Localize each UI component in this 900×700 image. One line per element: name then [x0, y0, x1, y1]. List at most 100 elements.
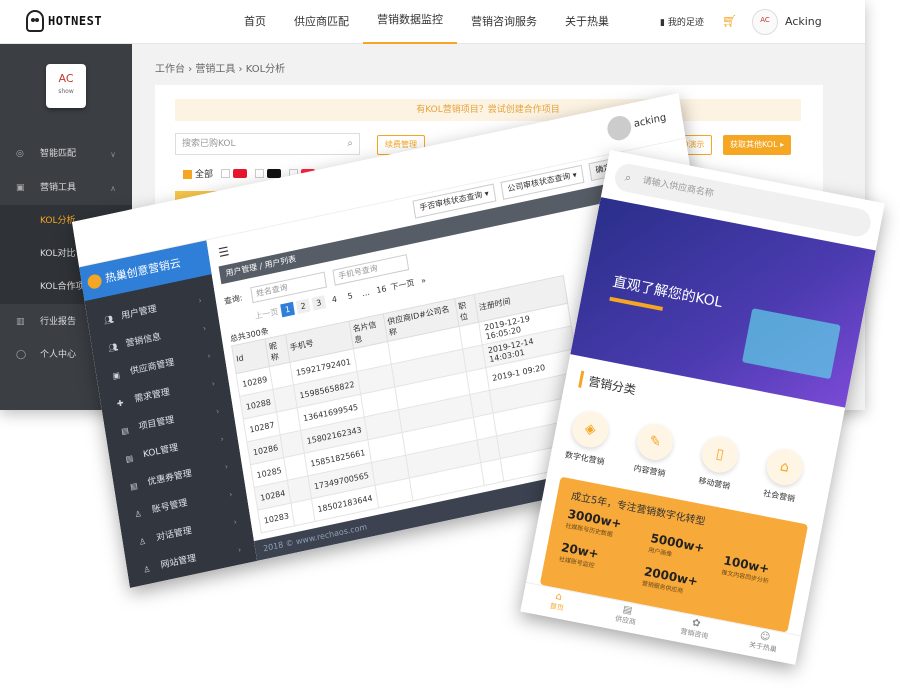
admin-avatar[interactable]	[605, 113, 633, 143]
digital-marketing-icon: ◈	[569, 408, 612, 451]
chevron-down-icon: ∨	[110, 150, 116, 159]
sidebar-item-marketing-tools[interactable]: ▣ 营销工具 ∧	[0, 172, 132, 205]
menu-label: 优惠券管理	[146, 468, 193, 488]
target-icon: ◎	[16, 149, 24, 159]
next-page[interactable]: 下一页	[390, 276, 416, 294]
menu-label: KOL管理	[142, 442, 179, 461]
user-icon: ◯	[16, 350, 27, 360]
username[interactable]: Acking	[785, 15, 822, 28]
select-value: 公司审核状态查询	[506, 171, 571, 194]
section-title: 营销分类	[578, 370, 638, 399]
category-mobile[interactable]: ▯ 移动营销	[684, 431, 753, 494]
user-icon: ♙	[142, 564, 152, 575]
page-ellipsis: ...	[361, 287, 371, 299]
chevron-right-icon: ›	[219, 434, 225, 444]
nav-data-monitor[interactable]: 营销数据监控	[363, 0, 457, 44]
search-icon[interactable]: ⌕	[347, 134, 353, 154]
douyin-icon	[267, 168, 282, 178]
filter-weibo[interactable]	[221, 168, 248, 179]
footprint-label: 我的足迹	[667, 18, 704, 28]
chevron-right-icon: ›	[197, 295, 203, 306]
tab-label: 供应商	[614, 614, 637, 627]
menu-label: 对话管理	[155, 525, 193, 544]
main-nav: 首页 供应商匹配 营销数据监控 营销咨询服务 关于热巢	[230, 0, 623, 44]
search-placeholder: 搜索已购KOL	[182, 139, 236, 149]
book-icon: ▤	[120, 425, 130, 437]
admin-username[interactable]: acking	[633, 112, 667, 130]
briefcase-icon: ▣	[16, 183, 25, 193]
social-marketing-icon: ⌂	[763, 446, 806, 489]
user-icon: ♙	[138, 536, 147, 548]
search-label: 查询:	[223, 293, 244, 307]
content-marketing-icon: ✎	[634, 420, 677, 464]
cart-icon[interactable]: 🛒︎	[722, 14, 737, 28]
banner-dashboard-illustration	[741, 308, 841, 380]
page-3[interactable]: 3	[311, 295, 327, 311]
sidebar-item-label: 营销工具	[40, 183, 77, 193]
page-5[interactable]: 5	[343, 289, 358, 305]
logo[interactable]: HOTNEST	[26, 10, 102, 32]
sidebar-item-label: 行业报告	[40, 317, 77, 327]
user-icon: ♙	[133, 508, 143, 520]
checkbox-icon	[221, 168, 231, 178]
filter-douyin[interactable]	[255, 168, 282, 179]
stat-item: 20w+ 社媒账号监控	[558, 540, 600, 570]
category-content[interactable]: ✎ 内容营销	[619, 419, 688, 482]
checkbox-icon	[255, 168, 265, 178]
brand-logo-icon	[86, 273, 103, 290]
hamburger-icon[interactable]: ☰	[217, 244, 230, 260]
owl-logo-icon	[26, 10, 44, 32]
page-2[interactable]: 2	[295, 298, 311, 315]
category-social[interactable]: ⌂ 社会营销	[749, 444, 818, 507]
sidebar-avatar[interactable]: AC show	[46, 64, 86, 108]
avatar[interactable]: AC	[752, 9, 778, 35]
puzzle-icon: ✚	[116, 398, 125, 409]
menu-label: 项目管理	[138, 415, 175, 433]
id-card-icon: ▣	[111, 370, 121, 381]
banner-title: 直观了解您的KOL	[611, 274, 724, 312]
chart-icon: ▥	[16, 317, 25, 327]
book-icon: ▤	[125, 453, 134, 464]
category-label: 数字化营销	[564, 450, 606, 467]
nav-about[interactable]: 关于热巢	[551, 0, 623, 44]
footprint-link[interactable]: ▮ 我的足迹	[660, 15, 704, 28]
page-4[interactable]: 4	[327, 292, 342, 308]
avatar-text: AC	[760, 16, 770, 24]
stat-item: 5000w+ 用户画像	[648, 531, 706, 564]
chevron-right-icon: ›	[215, 406, 220, 417]
nav-home[interactable]: 首页	[230, 0, 280, 44]
category-label: 社会营销	[762, 488, 796, 504]
get-kol-button[interactable]: 获取其他KOL ▸	[723, 135, 792, 155]
menu-label: 网站管理	[160, 553, 197, 571]
search-input[interactable]: 搜索已购KOL ⌕	[175, 133, 360, 155]
sidebar-avatar-sub: show	[58, 88, 74, 95]
category-label: 内容营销	[632, 463, 667, 479]
tab-label: 首页	[549, 601, 565, 613]
search-icon: ⌕	[623, 170, 633, 185]
nav-consulting[interactable]: 营销咨询服务	[457, 0, 551, 44]
page-16[interactable]: 16	[374, 282, 389, 298]
last-page[interactable]: »	[416, 273, 431, 289]
checkbox-checked-icon	[183, 170, 192, 179]
search-placeholder: 请输入供应商名称	[641, 175, 715, 200]
nav-supplier-match[interactable]: 供应商匹配	[280, 0, 363, 44]
tab-about[interactable]: ☺ 关于热巢	[726, 623, 800, 665]
mobile-marketing-icon: ▯	[698, 433, 742, 476]
page-1[interactable]: 1	[280, 301, 295, 318]
logo-text: HOTNEST	[48, 14, 103, 28]
chevron-right-icon: ›	[228, 489, 234, 500]
stat-item: 3000w+ 社媒账号历史数据	[565, 507, 623, 540]
filter-all[interactable]: 全部	[183, 167, 213, 180]
menu-label: 需求管理	[133, 387, 171, 405]
chevron-up-icon: ∧	[110, 184, 116, 193]
category-digital[interactable]: ◈ 数字化营销	[554, 406, 623, 469]
sidebar-item-label: 个人中心	[40, 350, 77, 360]
notice-banner[interactable]: 有KOL营销项目？尝试创建合作项目	[175, 99, 801, 121]
stat-item: 2000w+ 营销服务供应商	[641, 564, 699, 597]
prev-page[interactable]: 上一页	[254, 305, 280, 323]
breadcrumb: 工作台 › 营销工具 › KOL分析	[155, 64, 286, 75]
sidebar-item-label: 智能匹配	[40, 149, 77, 159]
stat-item: 100w+ 推文内容同步分析	[721, 553, 773, 585]
sidebar-item-smart-match[interactable]: ◎ 智能匹配 ∨	[0, 138, 132, 171]
brand-title: 热巢创意营销云	[104, 256, 182, 286]
